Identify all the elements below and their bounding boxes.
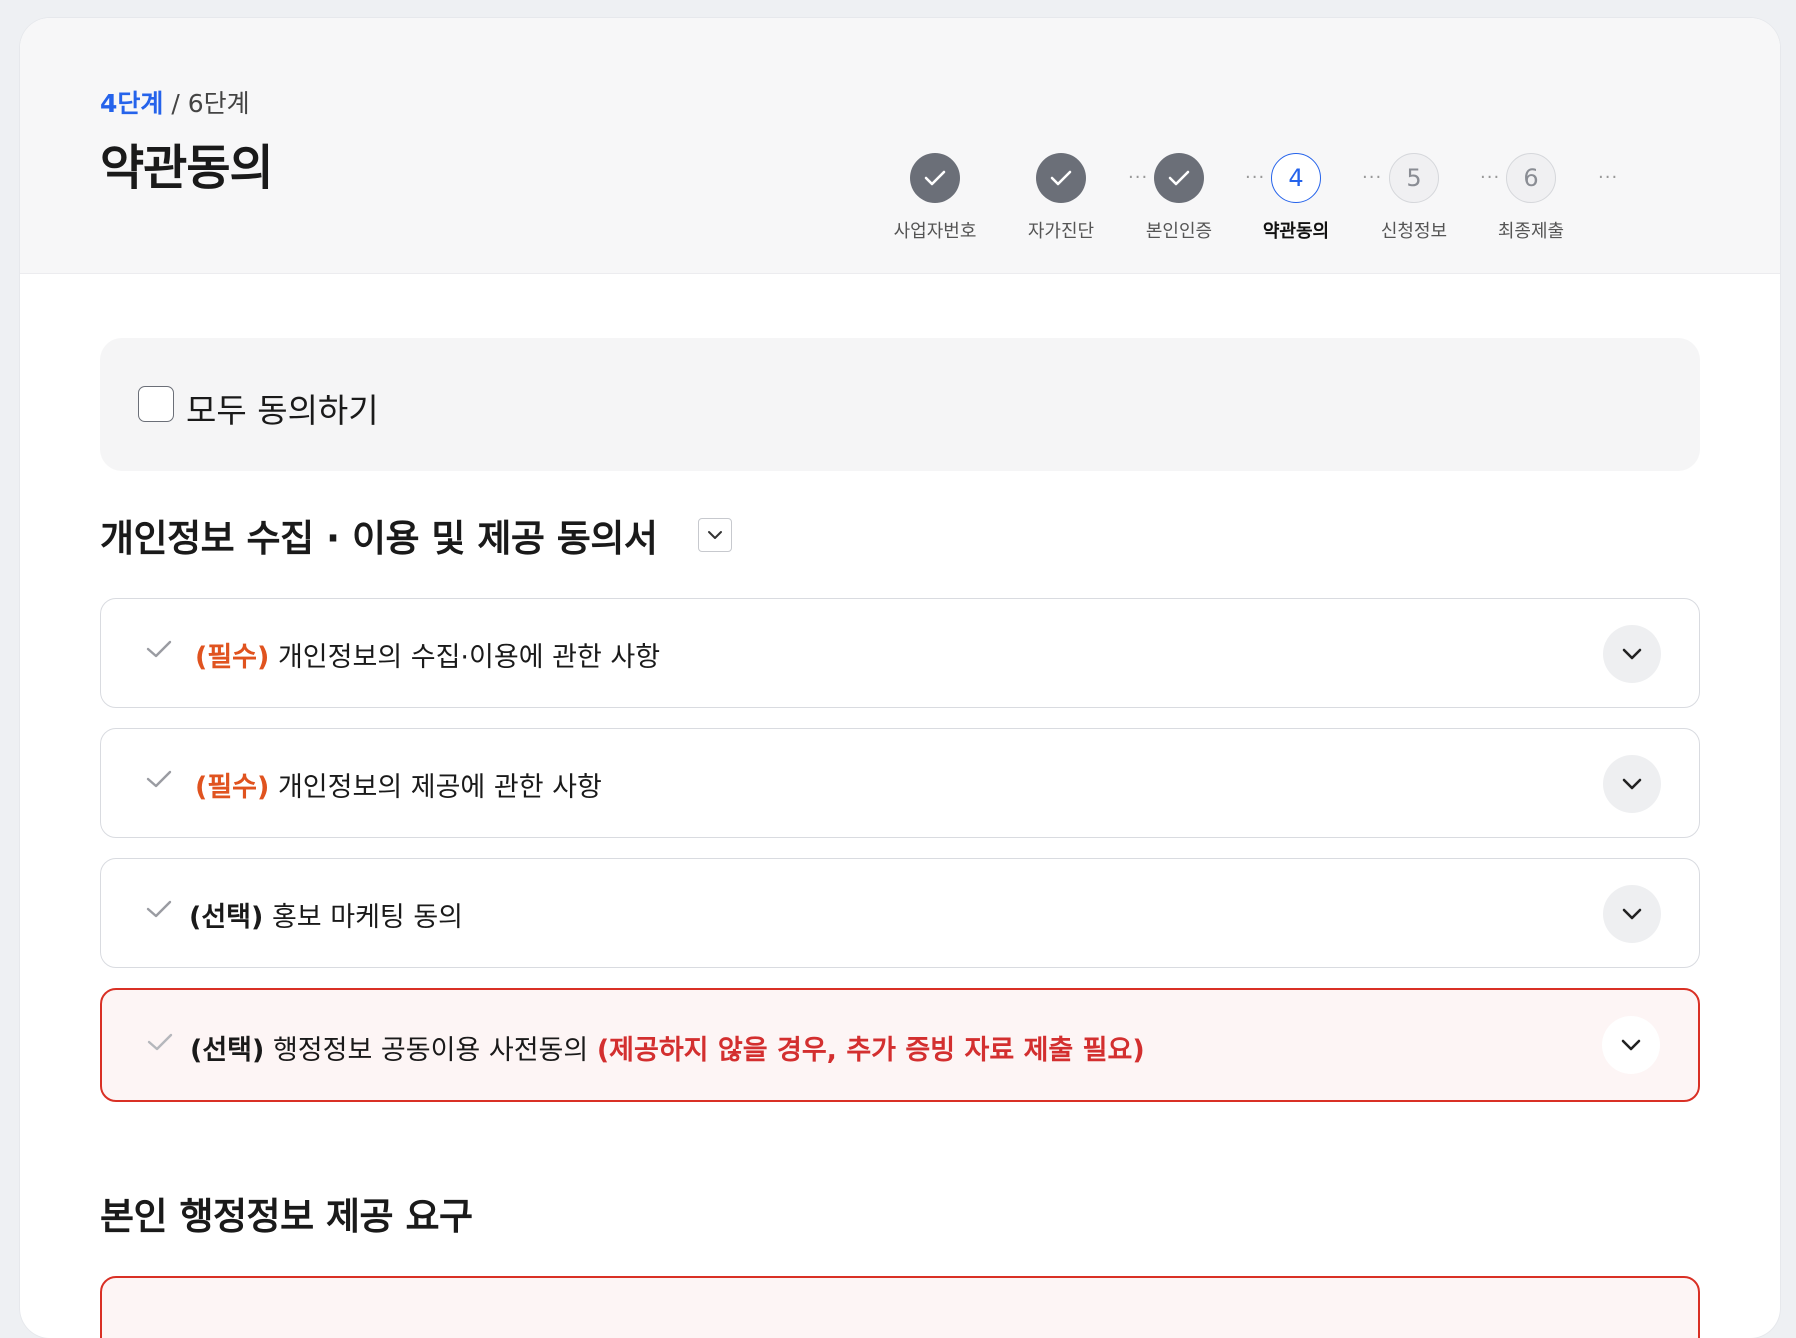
check-icon — [1168, 170, 1190, 186]
step-connector: ··· — [1598, 167, 1619, 188]
step-5: 5 신청정보 — [1354, 153, 1474, 243]
step-2-label: 자가진단 — [1027, 221, 1095, 242]
step-1-circle — [910, 153, 960, 203]
step-5-circle: 5 — [1389, 153, 1439, 203]
agree-all-label[interactable]: 모두 동의하기 — [186, 384, 379, 432]
step-1: 사업자번호 — [875, 153, 995, 243]
expand-button[interactable] — [1602, 1016, 1660, 1074]
section-title-consent: 개인정보 수집 · 이용 및 제공 동의서 — [100, 517, 658, 560]
consent-item-label: (선택) 홍보 마케팅 동의 — [189, 895, 463, 934]
consent-item-label: (선택) 행정정보 공동이용 사전동의 (제공하지 않을 경우, 추가 증빙 자… — [190, 1028, 1145, 1067]
step-3: 본인인증 — [1119, 153, 1239, 243]
expand-button[interactable] — [1603, 625, 1661, 683]
consent-item-admin-info[interactable]: (선택) 행정정보 공동이용 사전동의 (제공하지 않을 경우, 추가 증빙 자… — [100, 988, 1700, 1102]
step-6-circle: 6 — [1506, 153, 1556, 203]
section-collapse-toggle[interactable] — [698, 518, 732, 552]
step-4-label: 약관동의 — [1262, 221, 1330, 242]
step-3-circle — [1154, 153, 1204, 203]
consent-item-marketing[interactable]: (선택) 홍보 마케팅 동의 — [100, 858, 1700, 968]
step-2: 자가진단 — [1001, 153, 1121, 243]
step-current: 4단계 — [100, 89, 164, 118]
consent-item-label: (필수) 개인정보의 수집·이용에 관한 사항 — [195, 635, 660, 674]
optional-tag: (선택) — [189, 902, 264, 933]
agree-all-row[interactable]: 모두 동의하기 — [100, 338, 1700, 471]
check-icon[interactable] — [145, 899, 173, 919]
section-title-admin-request: 본인 행정정보 제공 요구 — [100, 1195, 473, 1238]
step-5-label: 신청정보 — [1380, 221, 1448, 242]
step-4-circle: 4 — [1271, 153, 1321, 203]
form-card: 4단계 / 6단계 약관동의 사업자번호 ··· 자가진단 ··· 본인인증 ·… — [20, 18, 1780, 1338]
chevron-down-icon — [1622, 778, 1642, 790]
consent-item-text: 개인정보의 수집·이용에 관한 사항 — [277, 642, 661, 673]
step-4: 4 약관동의 — [1236, 153, 1356, 243]
consent-item-text: 행정정보 공동이용 사전동의 — [272, 1035, 589, 1066]
expand-button[interactable] — [1603, 755, 1661, 813]
consent-item-admin-request[interactable] — [100, 1276, 1700, 1338]
step-1-label: 사업자번호 — [893, 221, 977, 242]
chevron-down-icon — [1621, 1039, 1641, 1051]
step-separator: / — [163, 89, 188, 118]
optional-tag: (선택) — [190, 1035, 265, 1066]
required-tag: (필수) — [195, 642, 270, 673]
step-6-label: 최종제출 — [1497, 221, 1565, 242]
consent-item-label: (필수) 개인정보의 제공에 관한 사항 — [195, 765, 602, 804]
chevron-down-icon — [708, 531, 722, 539]
step-6: 6 최종제출 — [1471, 153, 1591, 243]
page-header: 4단계 / 6단계 약관동의 사업자번호 ··· 자가진단 ··· 본인인증 ·… — [20, 18, 1780, 274]
step-2-circle — [1036, 153, 1086, 203]
step-total: 6단계 — [187, 89, 250, 118]
consent-item-text: 홍보 마케팅 동의 — [271, 902, 464, 933]
warning-note: (제공하지 않을 경우, 추가 증빙 자료 제출 필요) — [596, 1035, 1145, 1066]
consent-item-provision[interactable]: (필수) 개인정보의 제공에 관한 사항 — [100, 728, 1700, 838]
check-icon — [924, 170, 946, 186]
progress-stepper: 사업자번호 ··· 자가진단 ··· 본인인증 ··· 4 약관동의 ··· 5… — [20, 153, 1780, 263]
required-tag: (필수) — [195, 772, 270, 803]
check-icon[interactable] — [145, 769, 173, 789]
consent-item-text: 개인정보의 제공에 관한 사항 — [277, 772, 602, 803]
expand-button[interactable] — [1603, 885, 1661, 943]
consent-item-collection[interactable]: (필수) 개인정보의 수집·이용에 관한 사항 — [100, 598, 1700, 708]
chevron-down-icon — [1622, 908, 1642, 920]
step-3-label: 본인인증 — [1145, 221, 1213, 242]
step-counter: 4단계 / 6단계 — [100, 84, 250, 120]
agree-all-checkbox[interactable] — [138, 386, 174, 422]
check-icon[interactable] — [146, 1032, 174, 1052]
chevron-down-icon — [1622, 648, 1642, 660]
check-icon[interactable] — [145, 639, 173, 659]
check-icon — [1050, 170, 1072, 186]
